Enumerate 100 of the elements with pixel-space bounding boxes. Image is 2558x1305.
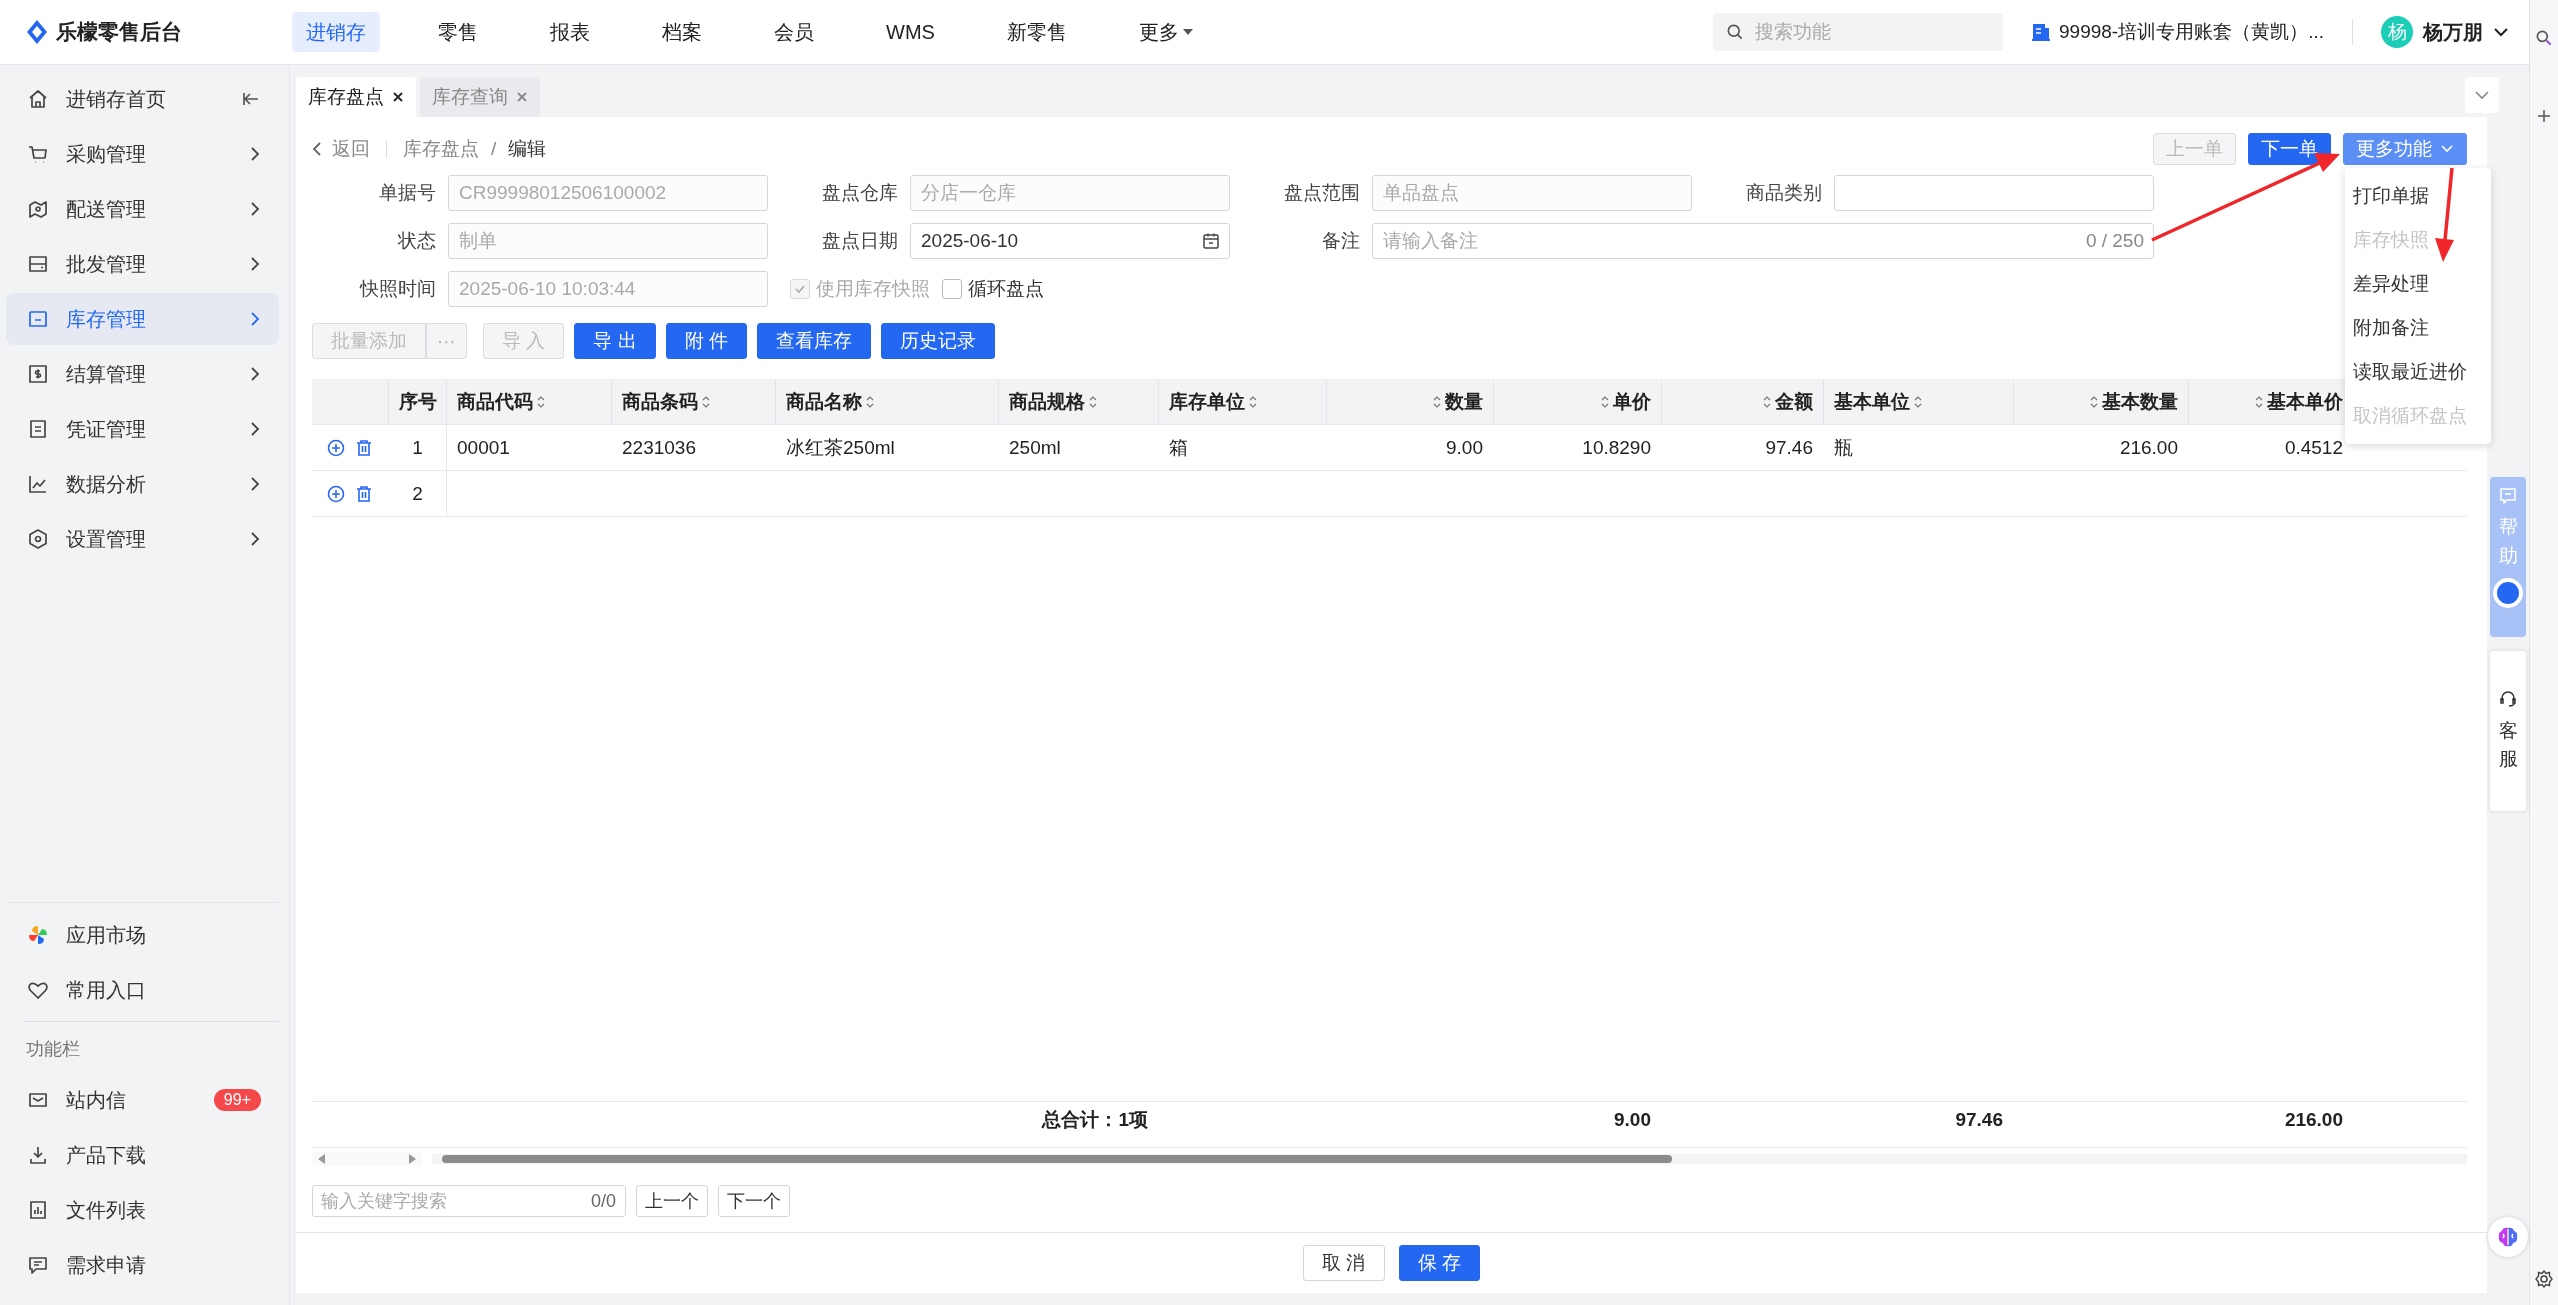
chevron-down-icon (2440, 144, 2454, 154)
cancel-button[interactable]: 取 消 (1303, 1245, 1385, 1281)
previous-match-button[interactable]: 上一个 (636, 1185, 708, 1217)
sort-icon[interactable] (702, 395, 710, 409)
sort-icon[interactable] (2090, 395, 2098, 409)
record-nav-button[interactable]: 下一单 (2248, 133, 2331, 165)
sidebar-item[interactable]: 批发管理 (6, 238, 279, 290)
sidebar-item[interactable]: 常用入口 (6, 964, 279, 1016)
add-row-icon[interactable] (327, 484, 345, 503)
field-label: 状态 (397, 229, 436, 253)
table-cell: 97.46 (1765, 436, 1813, 459)
action-button[interactable]: 查看库存 (756, 323, 871, 359)
nav-tab[interactable]: 零售 (424, 12, 492, 52)
nav-tab[interactable]: 进销存 (292, 12, 380, 52)
chevron-right-icon (249, 420, 261, 438)
sort-icon[interactable] (866, 395, 874, 409)
total-value: 97.46 (1955, 1108, 2003, 1131)
next-match-button[interactable]: 下一个 (718, 1185, 790, 1217)
sidebar-item[interactable]: 库存管理 (6, 293, 279, 345)
column-header[interactable]: 商品规格 (1009, 389, 1097, 415)
table-cell: 2231036 (622, 436, 696, 459)
assistant-button[interactable] (2488, 1217, 2528, 1257)
add-row-icon[interactable] (327, 438, 345, 457)
sidebar-item[interactable]: 采购管理 (6, 128, 279, 180)
sidebar-item[interactable]: 进销存首页 (6, 73, 279, 125)
sort-icon[interactable] (1601, 395, 1609, 409)
sort-icon[interactable] (2255, 395, 2263, 409)
nav-tab[interactable]: 新零售 (992, 12, 1081, 52)
scroll-left-icon[interactable] (318, 1154, 326, 1164)
date-field[interactable]: 2025-06-10 (910, 223, 1230, 259)
horizontal-scrollbar[interactable] (432, 1154, 2467, 1164)
column-header[interactable]: 基本数量 (2090, 389, 2178, 415)
menu-item[interactable]: 附加备注 (2345, 306, 2491, 350)
sort-icon[interactable] (537, 395, 545, 409)
nav-tab[interactable]: 报表 (536, 12, 604, 52)
sidebar-item[interactable]: 设置管理 (6, 513, 279, 565)
breadcrumb-link[interactable]: 库存盘点 (403, 136, 479, 162)
text-field[interactable] (1834, 175, 2154, 211)
sort-icon[interactable] (1089, 395, 1097, 409)
action-button[interactable]: 附 件 (665, 323, 747, 359)
sidebar-item[interactable]: 结算管理 (6, 348, 279, 400)
checkbox[interactable] (942, 279, 962, 299)
chevron-down-icon[interactable] (2493, 27, 2509, 37)
column-header[interactable]: 基本单位 (1834, 389, 1922, 415)
search-icon (1725, 22, 1745, 42)
save-button[interactable]: 保 存 (1398, 1245, 1480, 1281)
sidebar-item[interactable]: 配送管理 (6, 183, 279, 235)
headset-icon (2498, 688, 2518, 709)
search-field[interactable]: 搜索功能 (1713, 13, 2003, 51)
delete-icon[interactable] (355, 484, 373, 503)
menu-item[interactable]: 差异处理 (2345, 262, 2491, 306)
menu-item[interactable]: 打印单据 (2345, 174, 2491, 218)
nav-tab[interactable]: WMS (872, 12, 949, 52)
table-cell-text: 瓶 (1834, 435, 1853, 460)
action-button[interactable]: 历史记录 (880, 323, 995, 359)
nav-tab[interactable]: 档案 (648, 12, 716, 52)
sort-icon[interactable] (1914, 395, 1922, 409)
column-header[interactable]: 库存单位 (1169, 389, 1257, 415)
menu-item[interactable]: 读取最近进价 (2345, 350, 2491, 394)
calendar-icon[interactable] (1202, 232, 1220, 250)
table-cell-text: 箱 (1169, 435, 1188, 460)
column-header[interactable]: 商品条码 (622, 389, 710, 415)
sidebar-item[interactable]: 站内信 99+ (6, 1074, 279, 1126)
user-name[interactable]: 杨万朋 (2423, 18, 2483, 46)
column-header[interactable]: 数量 (1433, 389, 1483, 415)
caret-icon (1182, 29, 1193, 35)
settings-icon[interactable] (2534, 1269, 2554, 1289)
page-tab[interactable]: 库存盘点 (296, 77, 416, 117)
chevron-right-icon (249, 200, 261, 218)
action-button[interactable]: 导 出 (574, 323, 656, 359)
sidebar-item[interactable]: 凭证管理 (6, 403, 279, 455)
column-header[interactable]: 金额 (1763, 389, 1813, 415)
sidebar-item[interactable]: 应用市场 (6, 909, 279, 961)
nav-tab[interactable]: 会员 (760, 12, 828, 52)
scroll-right-icon[interactable] (408, 1154, 416, 1164)
sidebar-item[interactable]: 产品下载 (6, 1129, 279, 1181)
table-cell: 2 (412, 482, 423, 505)
column-header[interactable]: 基本单价 (2255, 389, 2343, 415)
column-header[interactable]: 序号 (398, 389, 437, 415)
sort-icon[interactable] (1249, 395, 1257, 409)
sidebar-item[interactable]: 文件列表 (6, 1184, 279, 1236)
delete-icon[interactable] (355, 438, 373, 457)
sort-icon[interactable] (1763, 395, 1771, 409)
sidebar-item[interactable]: 需求申请 (6, 1239, 279, 1291)
plus-icon[interactable] (2536, 108, 2552, 124)
search-icon[interactable] (2534, 28, 2554, 48)
account-name[interactable]: 99998-培训专用账套（黄凯）... (2059, 19, 2324, 45)
total-value: 9.00 (1614, 1108, 1651, 1131)
field-label: 盘点日期 (821, 229, 898, 253)
nav-tab[interactable]: 更多 (1124, 12, 1207, 52)
column-header[interactable]: 商品名称 (786, 389, 874, 415)
column-header[interactable]: 商品代码 (457, 389, 545, 415)
breadcrumb-current: 编辑 (508, 137, 547, 161)
close-icon[interactable] (392, 91, 404, 103)
column-header[interactable]: 单价 (1601, 389, 1651, 415)
customer-service-tab[interactable]: 客服 (2490, 651, 2526, 811)
sidebar-item[interactable]: 数据分析 (6, 458, 279, 510)
back-link[interactable]: 返回 (312, 136, 370, 162)
dollar-icon (26, 362, 50, 386)
sort-icon[interactable] (1433, 395, 1441, 409)
